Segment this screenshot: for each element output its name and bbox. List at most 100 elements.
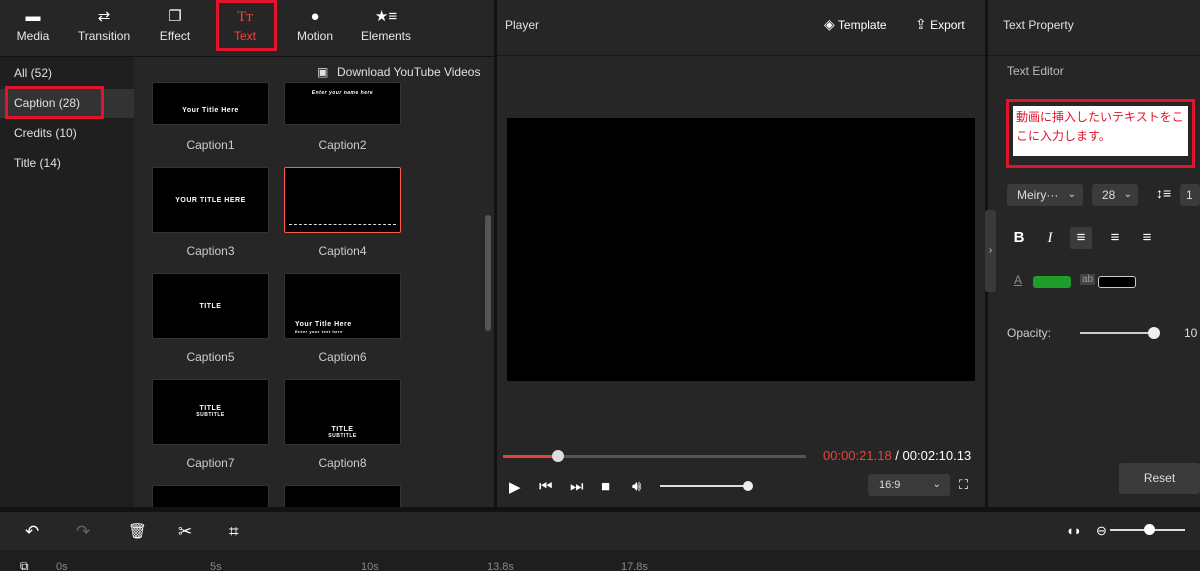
- align-center-button[interactable]: ≡: [1104, 227, 1126, 249]
- italic-button[interactable]: I: [1039, 227, 1061, 249]
- property-header-divider: [988, 55, 1200, 56]
- bold-button[interactable]: B: [1008, 227, 1030, 249]
- playback-progress-handle[interactable]: [552, 450, 564, 462]
- download-youtube-link[interactable]: Download YouTube Videos: [337, 65, 480, 79]
- ruler-tick: 5s: [210, 561, 222, 571]
- text-property-title: Text Property: [1003, 18, 1074, 32]
- thumbnail-label: Caption6: [318, 350, 367, 364]
- volume-handle[interactable]: [743, 481, 753, 491]
- panel-collapse-button[interactable]: ›: [985, 210, 996, 292]
- aspect-ratio-value: 16:9: [879, 479, 901, 491]
- player-title: Player: [505, 18, 540, 32]
- thumbnail-caption4[interactable]: [284, 167, 401, 233]
- align-right-button[interactable]: ≡: [1136, 227, 1158, 249]
- grid-scrollbar[interactable]: [485, 215, 491, 331]
- font-family-value: Meiry···: [1017, 188, 1059, 202]
- category-list: All (52) Caption (28) Credits (10) Title…: [0, 57, 134, 507]
- thumbnail-caption9[interactable]: [152, 485, 269, 507]
- category-title[interactable]: Title (14): [0, 149, 134, 178]
- timeline-zoom-handle[interactable]: [1144, 524, 1155, 535]
- thumbnail-preview-text: TITLE: [331, 426, 354, 433]
- opacity-slider[interactable]: [1080, 332, 1156, 334]
- current-time: 00:00:21.18: [823, 448, 892, 463]
- play-button[interactable]: ▶: [509, 478, 521, 496]
- aspect-ratio-select[interactable]: 16:9 ⌄: [868, 474, 950, 496]
- text-editor-input[interactable]: 動画に挿入したいテキストをここに入力します。: [1013, 106, 1188, 156]
- thumbnail-preview-line: [289, 224, 396, 226]
- volume-slider[interactable]: [660, 485, 750, 487]
- elements-icon: ★≡: [374, 8, 398, 25]
- thumbnail-preview-text: Enter your name here: [311, 90, 374, 96]
- timecode: 00:00:21.18 / 00:02:10.13: [823, 448, 971, 463]
- chevron-down-icon: ⌄: [932, 479, 941, 490]
- previous-frame-button[interactable]: ⏮: [539, 478, 553, 495]
- redo-button[interactable]: ↷: [76, 522, 90, 542]
- thumbnail-label: Caption1: [186, 138, 235, 152]
- template-label: Template: [837, 18, 887, 32]
- player-header-divider: [497, 55, 985, 56]
- thumbnail-label: Caption3: [186, 244, 235, 258]
- reset-button[interactable]: Reset: [1119, 463, 1200, 494]
- thumbnail-caption5[interactable]: TITLE: [152, 273, 269, 339]
- line-spacing-icon: ↕≡: [1156, 185, 1172, 201]
- ruler-tick: 10s: [361, 561, 379, 571]
- undo-button[interactable]: ↶: [25, 522, 39, 542]
- thumbnail-preview-text: TITLE: [199, 405, 222, 412]
- delete-button[interactable]: 🗑︎: [128, 522, 147, 540]
- thumbnail-caption1[interactable]: Your Title Here: [152, 82, 269, 125]
- next-frame-button[interactable]: ⏭: [570, 478, 584, 495]
- caption-template-grid: ▣ Download YouTube Videos Your Title Her…: [134, 57, 494, 507]
- crop-button[interactable]: ⌗: [229, 522, 239, 542]
- time-separator: /: [891, 448, 903, 463]
- fullscreen-button[interactable]: ⛶: [959, 477, 968, 493]
- category-credits[interactable]: Credits (10): [0, 119, 134, 148]
- effect-icon: ❐: [168, 8, 182, 25]
- tab-effect[interactable]: ❐ Effect: [142, 0, 208, 56]
- thumbnail-preview-text: YOUR TITLE HERE: [175, 197, 246, 204]
- total-time: 00:02:10.13: [902, 448, 972, 463]
- audio-wave-icon[interactable]: ◖◗: [1066, 523, 1082, 538]
- text-color-swatch[interactable]: [1033, 276, 1071, 288]
- text-color-icon: A: [1014, 273, 1023, 287]
- volume-icon[interactable]: 🔊︎: [632, 478, 641, 495]
- align-left-button[interactable]: ≡: [1070, 227, 1092, 249]
- thumbnail-label: Caption5: [186, 350, 235, 364]
- background-color-swatch[interactable]: [1098, 276, 1136, 288]
- tab-motion[interactable]: ● Motion: [282, 0, 348, 56]
- thumbnail-preview-subtext: SUBTITLE: [328, 433, 357, 439]
- thumbnail-preview-text: Your Title Here: [295, 321, 352, 328]
- zoom-out-icon[interactable]: ⊖: [1096, 523, 1107, 539]
- export-button[interactable]: ⇪ Export: [915, 16, 965, 33]
- export-icon: ⇪: [915, 16, 927, 32]
- ruler-tick: 17.8s: [621, 561, 648, 571]
- ruler-tick: 13.8s: [487, 561, 514, 571]
- tab-elements[interactable]: ★≡ Elements: [353, 0, 419, 56]
- tab-media[interactable]: ▬ Media: [0, 0, 66, 56]
- thumbnail-label: Caption8: [318, 456, 367, 470]
- thumbnail-caption10[interactable]: [284, 485, 401, 507]
- timeline-ruler[interactable]: ⧉ 0s 5s 10s 13.8s 17.8s: [0, 550, 1200, 571]
- thumbnail-caption7[interactable]: TITLE SUBTITLE: [152, 379, 269, 445]
- tab-transition[interactable]: ⇄ Transition: [71, 0, 137, 56]
- text-editor-label: Text Editor: [1007, 64, 1064, 78]
- thumbnail-caption8[interactable]: TITLE SUBTITLE: [284, 379, 401, 445]
- thumbnail-label: Caption7: [186, 456, 235, 470]
- template-button[interactable]: ◈ Template: [824, 16, 887, 33]
- folder-icon: ▬: [25, 8, 41, 25]
- add-track-icon[interactable]: ⧉: [20, 559, 29, 571]
- thumbnail-caption3[interactable]: YOUR TITLE HERE: [152, 167, 269, 233]
- thumbnail-caption6[interactable]: Your Title Here Enter your text here: [284, 273, 401, 339]
- background-color-icon: ab: [1080, 274, 1096, 285]
- stop-button[interactable]: ■: [601, 478, 610, 495]
- thumbnail-label: Caption4: [318, 244, 367, 258]
- thumbnail-preview-text: TITLE: [199, 303, 222, 310]
- thumbnail-caption2[interactable]: Enter your name here: [284, 82, 401, 125]
- line-spacing-input[interactable]: 1: [1180, 184, 1200, 206]
- font-size-select[interactable]: 28 ⌄: [1092, 184, 1138, 206]
- playback-progress-fill: [503, 455, 558, 458]
- font-family-select[interactable]: Meiry··· ⌄: [1007, 184, 1083, 206]
- motion-icon: ●: [310, 8, 320, 25]
- opacity-handle[interactable]: [1148, 327, 1160, 339]
- category-all[interactable]: All (52): [0, 59, 134, 88]
- split-button[interactable]: ✂: [178, 522, 192, 542]
